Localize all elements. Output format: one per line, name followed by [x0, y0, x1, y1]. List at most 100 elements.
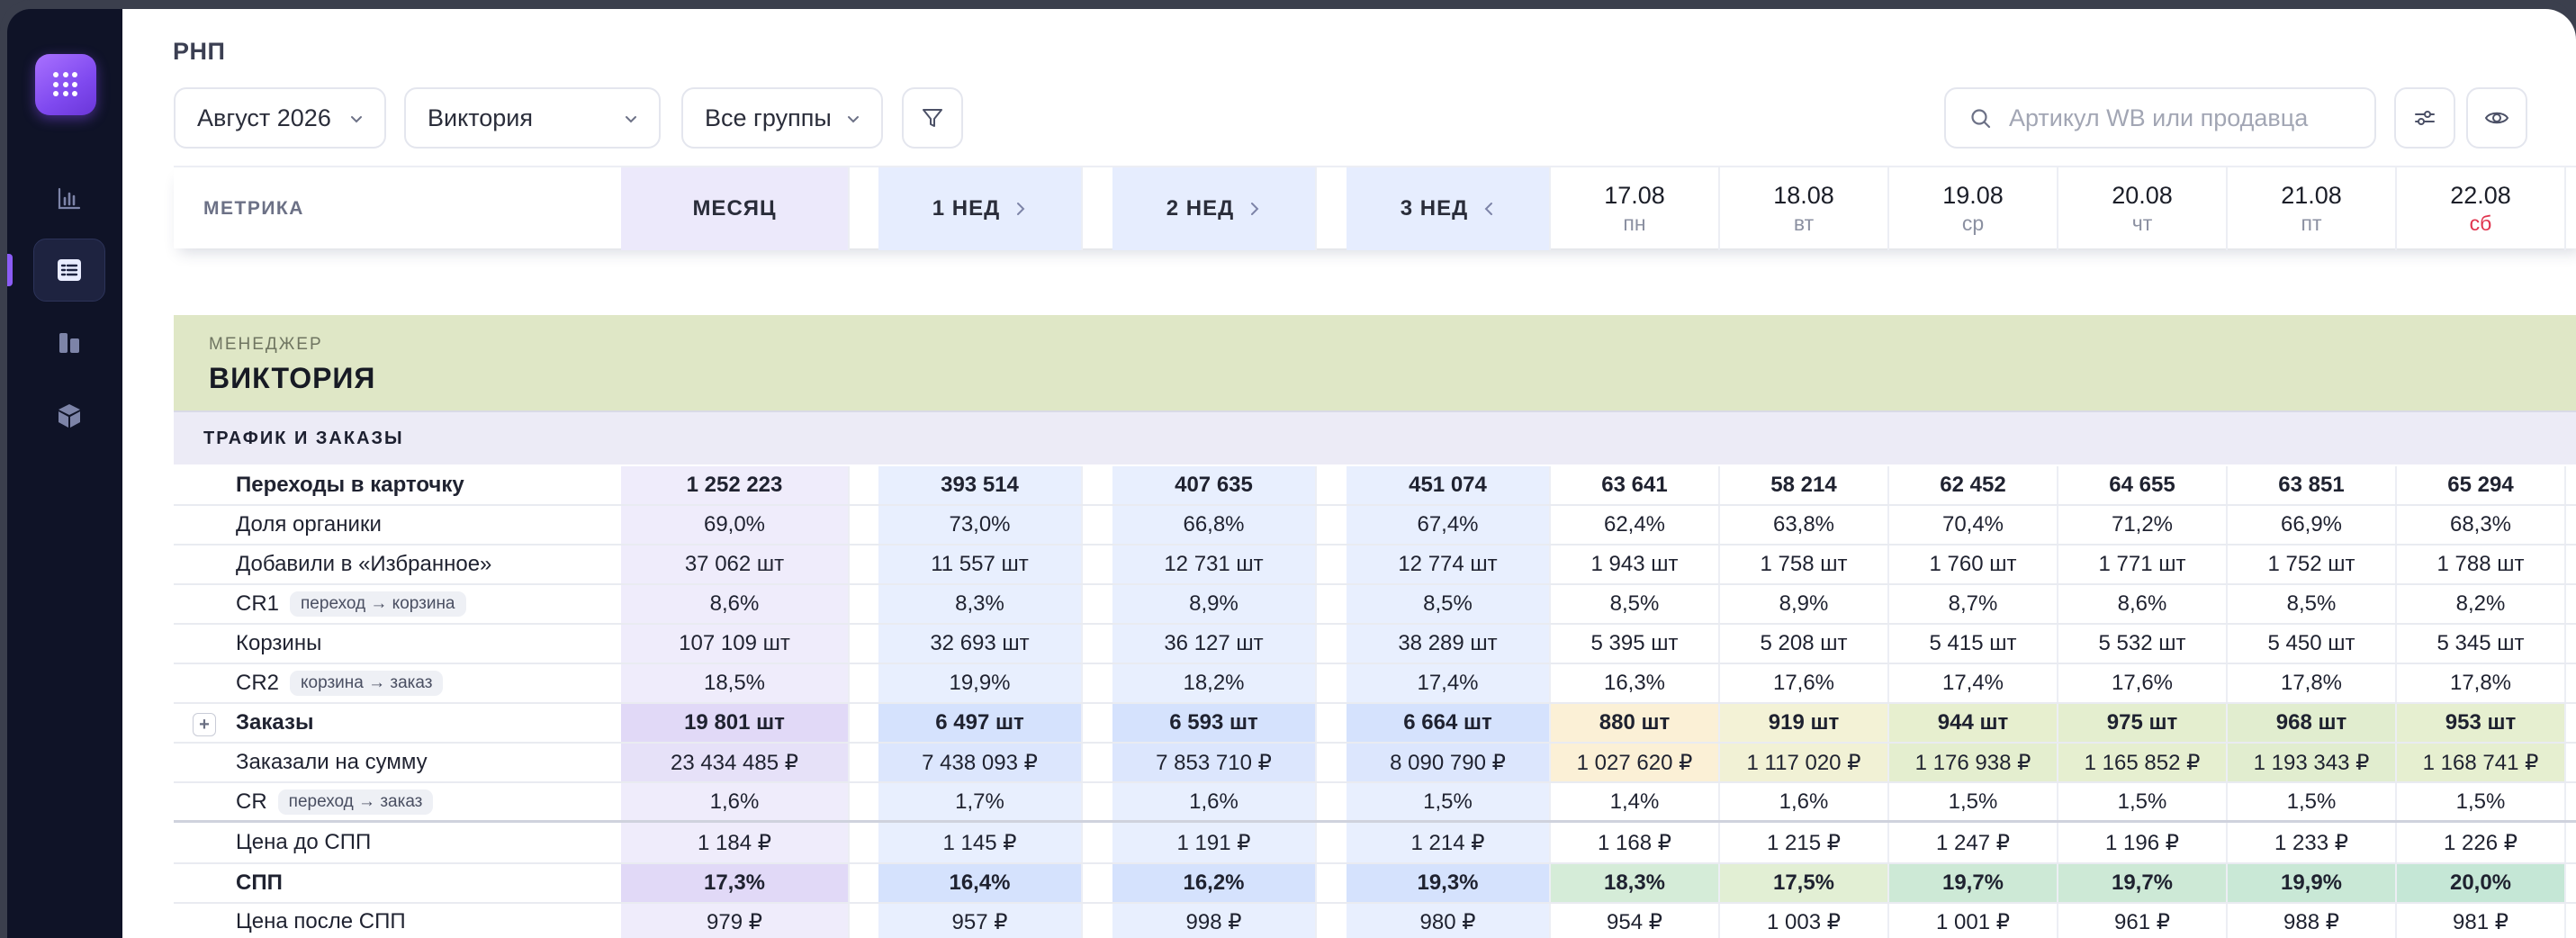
- row-label: Переходы в карточку: [174, 466, 621, 504]
- row-label: Цена после СПП: [174, 904, 621, 938]
- table-cell: 1 168 741 ₽: [2397, 744, 2566, 781]
- day-date: 18.08: [1773, 182, 1834, 209]
- table-row[interactable]: СПП 17,3% 16,4% 16,2% 19,3% 18,3% 17,5% 19,7% 19…: [174, 864, 2576, 904]
- search-input[interactable]: [2009, 104, 2360, 132]
- settings-button[interactable]: [2394, 87, 2455, 149]
- table-row[interactable]: Цена после СПП 979 ₽957 ₽998 ₽980 ₽954 ₽1…: [174, 904, 2576, 938]
- table-cell: 62,4%: [1551, 506, 1720, 544]
- table-cell: 1,5%: [2228, 783, 2397, 820]
- row-label: Цена до СПП: [174, 823, 621, 862]
- table-cell: 19,7%: [2058, 864, 2228, 902]
- table-cell: 1 117 020 ₽: [1720, 744, 1889, 781]
- table-cell: 1 165 852 ₽: [2058, 744, 2228, 781]
- table-cell: 1 184 ₽: [621, 823, 850, 862]
- chevron-down-icon: [848, 116, 859, 123]
- table-cell: 451 074: [1347, 466, 1551, 504]
- columns-icon: [59, 333, 79, 353]
- column-header-week-2[interactable]: 2 НЕД: [1112, 167, 1317, 250]
- table-cell: 1,6%: [621, 783, 850, 820]
- day-weekday: пт: [2301, 212, 2322, 235]
- table-cell: 63 641: [1551, 466, 1720, 504]
- visibility-button[interactable]: [2466, 87, 2527, 149]
- column-header-week-3[interactable]: 3 НЕД: [1347, 167, 1551, 250]
- table-cell: 65 294: [2397, 466, 2566, 504]
- row-label: Доля органики: [174, 506, 621, 544]
- table-row[interactable]: Доля органики 69,0% 73,0% 66,8% 67,4% 62,4% 63…: [174, 506, 2576, 546]
- table-cell: 73,0%: [878, 506, 1083, 544]
- table-cell: 70,4%: [1889, 506, 2058, 544]
- column-header-month[interactable]: МЕСЯЦ: [621, 167, 850, 250]
- chevron-down-icon: [351, 116, 362, 123]
- manager-select[interactable]: Виктория: [404, 87, 661, 149]
- table-row[interactable]: Добавили в «Избранное» 37 062 шт 11 557 шт…: [174, 546, 2576, 585]
- table-cell: 1 252 223: [621, 466, 850, 504]
- table-cell: 63,8%: [1720, 506, 1889, 544]
- table-row[interactable]: Корзины 107 109 шт 32 693 шт 36 127 шт 38 28…: [174, 625, 2576, 664]
- table-cell: 17,4%: [1347, 664, 1551, 702]
- table-cell: 5 532 шт: [2058, 625, 2228, 663]
- sidebar-item-columns[interactable]: [33, 311, 105, 374]
- table-cell: 107 109 шт: [621, 625, 850, 663]
- table-cell: 17,6%: [2058, 664, 2228, 702]
- table-row[interactable]: Заказали на сумму 23 434 485 ₽ 7 438 093 ₽…: [174, 744, 2576, 783]
- chevron-right-icon: [1017, 203, 1025, 215]
- group-select-value: Все группы: [705, 104, 832, 131]
- metric-name: СПП: [236, 870, 283, 895]
- table-cell: 17,8%: [2228, 664, 2397, 702]
- table-cell: 17,5%: [1720, 864, 1889, 902]
- column-header-day: 20.08 чт: [2058, 167, 2228, 250]
- metric-name: CR2: [236, 671, 280, 695]
- manager-name: ВИКТОРИЯ: [209, 362, 376, 394]
- table-row[interactable]: Цена до СПП 1 184 ₽1 145 ₽1 191 ₽1 214 ₽1…: [174, 823, 2576, 864]
- filter-button[interactable]: [902, 87, 963, 149]
- table-cell: 18,3%: [1551, 864, 1720, 902]
- table-cell: 19,9%: [878, 664, 1083, 702]
- metric-name: CR: [236, 789, 267, 814]
- table-cell: 393 514: [878, 466, 1083, 504]
- search-field[interactable]: [1944, 87, 2376, 149]
- app-logo[interactable]: [35, 54, 96, 115]
- table-row[interactable]: Переходы в карточку 1 252 223 393 514 407 6…: [174, 466, 2576, 506]
- table-cell: 1,5%: [1889, 783, 2058, 820]
- table-cell: 954 ₽: [1551, 904, 1720, 938]
- expand-plus-icon[interactable]: +: [193, 713, 216, 736]
- table-cell: 1 758 шт: [1720, 546, 1889, 583]
- table-row[interactable]: CR2 корзина → заказ 18,5% 19,9% 18,2% 17,4% 16…: [174, 664, 2576, 704]
- table-row[interactable]: CR переход → заказ 1,6% 1,7% 1,6% 1,5% 1,4% 1,6…: [174, 783, 2576, 823]
- column-header-week-1[interactable]: 1 НЕД: [878, 167, 1083, 250]
- table-cell: 12 774 шт: [1347, 546, 1551, 583]
- table-cell: 1 214 ₽: [1347, 823, 1551, 862]
- table-cell: 8,5%: [1347, 585, 1551, 623]
- table-cell: 19,3%: [1347, 864, 1551, 902]
- table-row[interactable]: CR1 переход → корзина 8,6% 8,3% 8,9% 8,5% 8,5%…: [174, 585, 2576, 625]
- day-date: 22.08: [2450, 182, 2511, 209]
- table-cell: 957 ₽: [878, 904, 1083, 938]
- table-cell: 5 415 шт: [1889, 625, 2058, 663]
- week-1-label: 1 НЕД: [932, 196, 1001, 221]
- table-cell: 1 191 ₽: [1112, 823, 1317, 862]
- row-label: Заказы +: [174, 704, 621, 742]
- column-header-day: 17.08 пн: [1551, 167, 1720, 250]
- group-select[interactable]: Все группы: [681, 87, 883, 149]
- day-weekday: ср: [1961, 212, 1985, 235]
- table-cell: 38 289 шт: [1347, 625, 1551, 663]
- manager-caption: МЕНЕДЖЕР: [209, 335, 323, 354]
- table-row[interactable]: Заказы +19 801 шт 6 497 шт 6 593 шт 6 664 шт…: [174, 704, 2576, 744]
- table-cell: 1 027 620 ₽: [1551, 744, 1720, 781]
- table-cell: 988 ₽: [2228, 904, 2397, 938]
- eye-icon: [2484, 112, 2509, 124]
- sidebar-item-products[interactable]: [33, 384, 105, 447]
- table-cell: 979 ₽: [621, 904, 850, 938]
- table-cell: 19,9%: [2228, 864, 2397, 902]
- sidebar-item-analytics[interactable]: [33, 167, 105, 230]
- period-select[interactable]: Август 2026: [174, 87, 386, 149]
- cube-icon: [59, 404, 80, 428]
- table-cell: 7 853 710 ₽: [1112, 744, 1317, 781]
- sidebar-item-report-table[interactable]: [33, 239, 105, 302]
- row-label: CR2 корзина → заказ: [174, 664, 621, 702]
- active-nav-indicator: [7, 254, 13, 286]
- table-cell: 1 176 938 ₽: [1889, 744, 2058, 781]
- metric-name: Доля органики: [236, 512, 382, 537]
- table-cell: 62 452: [1889, 466, 2058, 504]
- metric-name: Корзины: [236, 631, 322, 655]
